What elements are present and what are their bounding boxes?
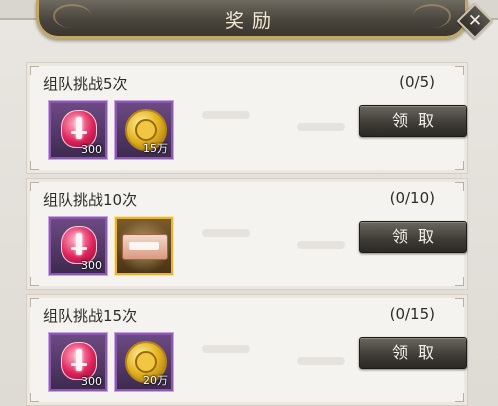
reward-item[interactable]: 15万 — [115, 101, 173, 159]
card-corner — [455, 393, 464, 402]
card-corner — [455, 161, 464, 170]
faded-decoration — [297, 123, 345, 131]
reward-count: 300 — [81, 143, 102, 156]
reward-item[interactable]: 20万 — [115, 333, 173, 391]
faded-decoration — [297, 357, 345, 365]
card-corner — [30, 182, 39, 191]
task-card: 组队挑战10次 (0/10) 300 领取 — [26, 178, 468, 290]
ticket-icon — [122, 234, 168, 260]
faded-decoration — [202, 229, 250, 237]
faded-decoration — [202, 111, 250, 119]
reward-item[interactable]: 300 — [49, 217, 107, 275]
reward-count: 15万 — [143, 142, 168, 155]
task-progress: (0/15) — [389, 305, 435, 323]
claim-button[interactable]: 领取 — [359, 337, 467, 369]
reward-item[interactable] — [115, 217, 173, 275]
card-corner — [30, 161, 39, 170]
reward-item[interactable]: 300 — [49, 333, 107, 391]
task-progress: (0/5) — [399, 73, 435, 91]
card-corner — [30, 393, 39, 402]
task-card: 组队挑战5次 (0/5) 300 15万 领取 — [26, 62, 468, 174]
task-title: 组队挑战5次 — [43, 75, 128, 93]
card-corner — [30, 298, 39, 307]
claim-button[interactable]: 领取 — [359, 105, 467, 137]
task-card: 组队挑战15次 (0/15) 300 20万 领取 — [26, 294, 468, 406]
card-corner — [455, 298, 464, 307]
card-corner — [455, 66, 464, 75]
task-progress: (0/10) — [389, 189, 435, 207]
claim-button[interactable]: 领取 — [359, 221, 467, 253]
reward-count: 20万 — [143, 374, 168, 387]
task-title: 组队挑战15次 — [43, 307, 138, 325]
card-corner — [455, 182, 464, 191]
dialog-title: 奖励 — [224, 10, 279, 32]
faded-decoration — [202, 345, 250, 353]
reward-count: 300 — [81, 259, 102, 272]
dialog-header: 奖励 — [36, 0, 468, 39]
faded-decoration — [297, 241, 345, 249]
card-corner — [455, 277, 464, 286]
task-title: 组队挑战10次 — [43, 191, 138, 209]
card-corner — [30, 277, 39, 286]
card-corner — [30, 66, 39, 75]
reward-count: 300 — [81, 375, 102, 388]
close-icon[interactable]: ✕ — [464, 10, 486, 32]
reward-item[interactable]: 300 — [49, 101, 107, 159]
